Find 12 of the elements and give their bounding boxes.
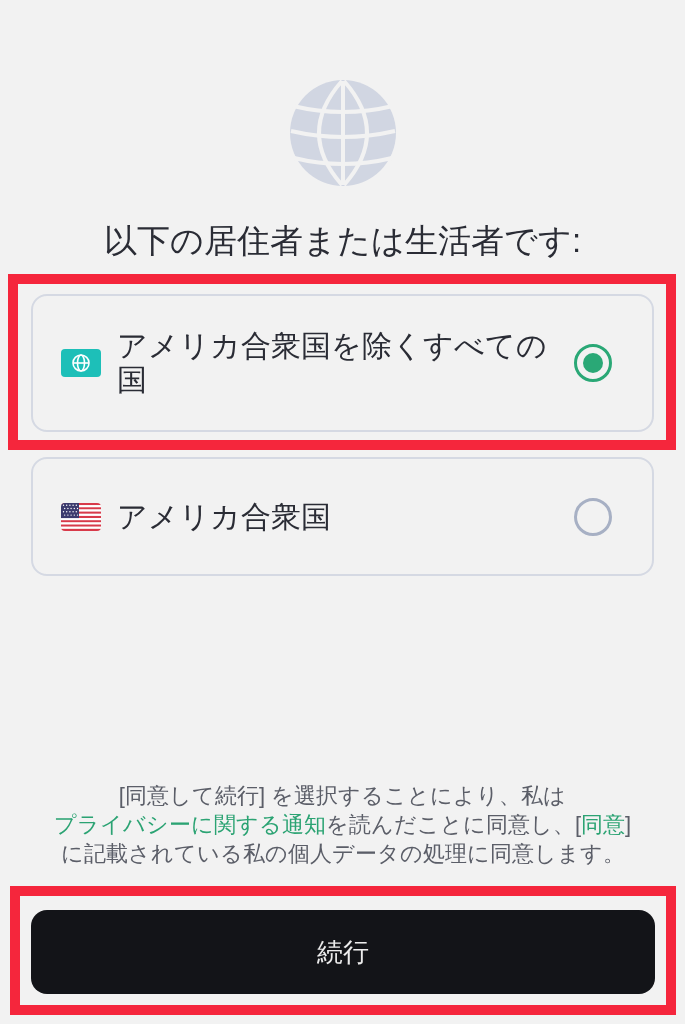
option-label: アメリカ合衆国 bbox=[117, 499, 332, 534]
continue-button[interactable]: 続行 bbox=[31, 910, 655, 994]
flag-icon bbox=[61, 502, 101, 531]
heading: 以下の居住者または生活者です: bbox=[103, 221, 582, 261]
consent-text: [同意して続行] を選択することにより、私は プライバシーに関する通知を読んだことに同意し、[同意] に記載されている私の個人データの処理に同意します。 bbox=[52, 782, 633, 868]
radio-button[interactable] bbox=[574, 344, 612, 382]
radio-button[interactable] bbox=[574, 497, 612, 536]
country-option[interactable]: アメリカ合衆国を除くすべての国 bbox=[31, 294, 654, 432]
option-label: アメリカ合衆国を除くすべての国 bbox=[117, 329, 548, 397]
country-option[interactable]: アメリカ合衆国 bbox=[31, 457, 654, 576]
globe-icon bbox=[61, 349, 101, 377]
globe-icon bbox=[289, 80, 396, 186]
